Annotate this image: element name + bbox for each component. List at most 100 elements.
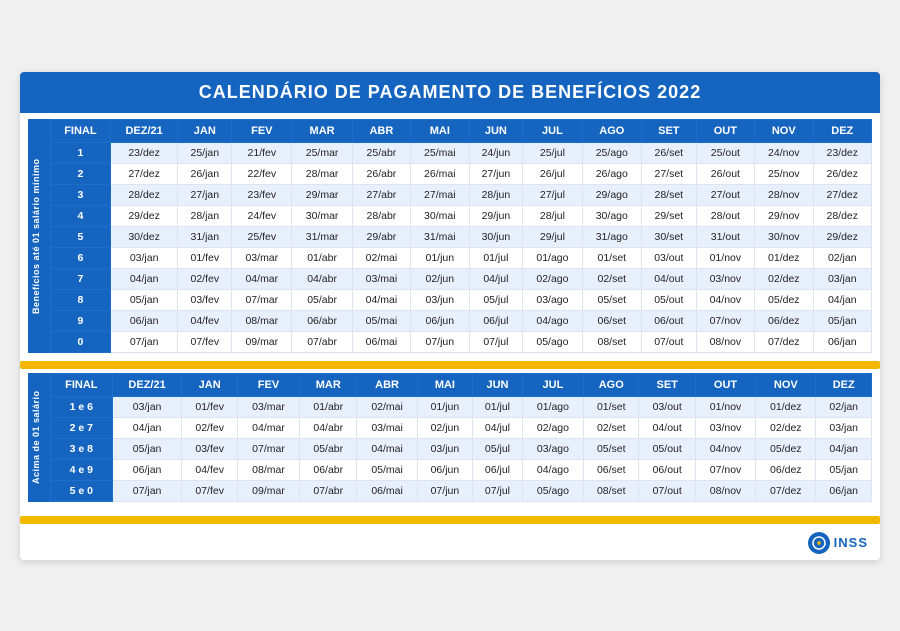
- table-cell: 02/fev: [182, 417, 237, 438]
- table-cell: 05/mai: [357, 459, 417, 480]
- table-cell: 27/dez: [110, 163, 178, 184]
- table-row: 328/dez27/jan23/fev29/mar27/abr27/mai28/…: [51, 184, 872, 205]
- table-cell: 04/out: [639, 417, 695, 438]
- table-cell: 4: [51, 205, 111, 226]
- header-cell: DEZ: [816, 373, 872, 396]
- table-cell: 28/set: [641, 184, 696, 205]
- table-cell: 07/jan: [112, 480, 182, 501]
- table-cell: 21/fev: [232, 142, 292, 163]
- table-cell: 04/abr: [300, 417, 357, 438]
- section1-header-row: FINALDEZ/21JANFEVMARABRMAIJUNJULAGOSETOU…: [51, 119, 872, 142]
- table-cell: 03/fev: [182, 438, 237, 459]
- table-cell: 25/ago: [582, 142, 641, 163]
- table-cell: 02/dez: [756, 417, 816, 438]
- table-cell: 07/jul: [473, 480, 523, 501]
- table-cell: 05/jul: [469, 289, 523, 310]
- table-cell: 07/out: [639, 480, 695, 501]
- table-cell: 27/dez: [813, 184, 872, 205]
- table-cell: 05/jan: [112, 438, 182, 459]
- table-cell: 26/set: [641, 142, 696, 163]
- table-cell: 30/mai: [411, 205, 469, 226]
- table-cell: 04/out: [641, 268, 696, 289]
- table-cell: 03/mar: [237, 396, 299, 417]
- section1-body: 123/dez25/jan21/fev25/mar25/abr25/mai24/…: [51, 142, 872, 352]
- section1-wrap: Benefícios até 01 salário mínimo FINALDE…: [28, 119, 872, 353]
- table-cell: 06/dez: [755, 310, 813, 331]
- table-cell: 2 e 7: [51, 417, 113, 438]
- table-cell: 04/jan: [813, 289, 872, 310]
- section2-table-wrap: FINALDEZ/21JANFEVMARABRMAIJUNJULAGOSETOU…: [50, 373, 872, 502]
- table-cell: 06/out: [641, 310, 696, 331]
- table-cell: 07/mar: [237, 438, 299, 459]
- table-cell: 04/jan: [110, 268, 178, 289]
- section2-header-row: FINALDEZ/21JANFEVMARABRMAIJUNJULAGOSETOU…: [51, 373, 872, 396]
- table-cell: 23/dez: [813, 142, 872, 163]
- table-cell: 04/jan: [112, 417, 182, 438]
- inss-circle-icon: [808, 532, 830, 554]
- header-cell: FEV: [237, 373, 299, 396]
- table-cell: 03/nov: [695, 417, 755, 438]
- table-cell: 08/mar: [232, 310, 292, 331]
- inss-text: INSS: [834, 535, 868, 550]
- main-container: CALENDÁRIO DE PAGAMENTO DE BENEFÍCIOS 20…: [20, 72, 880, 560]
- table-cell: 25/out: [696, 142, 754, 163]
- table-cell: 26/jan: [178, 163, 232, 184]
- table-cell: 01/jul: [473, 396, 523, 417]
- table-cell: 03/mai: [352, 268, 410, 289]
- table-cell: 07/abr: [300, 480, 357, 501]
- table-cell: 28/jul: [523, 205, 582, 226]
- table-cell: 03/out: [641, 247, 696, 268]
- table-cell: 30/mar: [292, 205, 352, 226]
- table-cell: 09/mar: [232, 331, 292, 352]
- inss-icon-svg: [812, 536, 826, 550]
- table-cell: 5 e 0: [51, 480, 113, 501]
- table-row: 805/jan03/fev07/mar05/abr04/mai03/jun05/…: [51, 289, 872, 310]
- table-cell: 05/mai: [352, 310, 410, 331]
- table-cell: 01/abr: [292, 247, 352, 268]
- table-cell: 06/jun: [411, 310, 469, 331]
- table-cell: 05/out: [639, 438, 695, 459]
- table-cell: 27/jun: [469, 163, 523, 184]
- table-cell: 05/jul: [473, 438, 523, 459]
- table-cell: 30/dez: [110, 226, 178, 247]
- table-cell: 01/ago: [523, 247, 582, 268]
- table-cell: 06/mai: [357, 480, 417, 501]
- table-cell: 02/jan: [813, 247, 872, 268]
- table-cell: 07/jul: [469, 331, 523, 352]
- table-cell: 04/nov: [695, 438, 755, 459]
- table-cell: 03/ago: [523, 289, 582, 310]
- table-cell: 05/abr: [292, 289, 352, 310]
- table-cell: 26/abr: [352, 163, 410, 184]
- table-cell: 27/jul: [523, 184, 582, 205]
- header-cell: DEZ/21: [112, 373, 182, 396]
- table-cell: 06/jan: [110, 310, 178, 331]
- table-cell: 07/jan: [110, 331, 178, 352]
- table-cell: 03/nov: [696, 268, 754, 289]
- table-cell: 29/abr: [352, 226, 410, 247]
- table-cell: 28/jan: [178, 205, 232, 226]
- table-cell: 02/mai: [352, 247, 410, 268]
- table-cell: 07/nov: [696, 310, 754, 331]
- header-cell: FEV: [232, 119, 292, 142]
- table-cell: 06/jan: [112, 459, 182, 480]
- header-cell: DEZ: [813, 119, 872, 142]
- gold-divider: [20, 361, 880, 369]
- table-cell: 01/fev: [178, 247, 232, 268]
- table-cell: 28/dez: [813, 205, 872, 226]
- table-cell: 06/out: [639, 459, 695, 480]
- header-cell: SET: [639, 373, 695, 396]
- table-cell: 01/abr: [300, 396, 357, 417]
- table-cell: 01/jun: [411, 247, 469, 268]
- table-cell: 08/mar: [237, 459, 299, 480]
- header-cell: MAI: [411, 119, 469, 142]
- table-cell: 27/abr: [352, 184, 410, 205]
- table-cell: 08/nov: [696, 331, 754, 352]
- table-cell: 03/jan: [816, 417, 872, 438]
- table-cell: 04/mai: [352, 289, 410, 310]
- table-cell: 06/jan: [813, 331, 872, 352]
- header-cell: FINAL: [51, 373, 113, 396]
- header-cell: JAN: [178, 119, 232, 142]
- table-cell: 01/dez: [755, 247, 813, 268]
- table-cell: 27/set: [641, 163, 696, 184]
- table-cell: 05/jan: [816, 459, 872, 480]
